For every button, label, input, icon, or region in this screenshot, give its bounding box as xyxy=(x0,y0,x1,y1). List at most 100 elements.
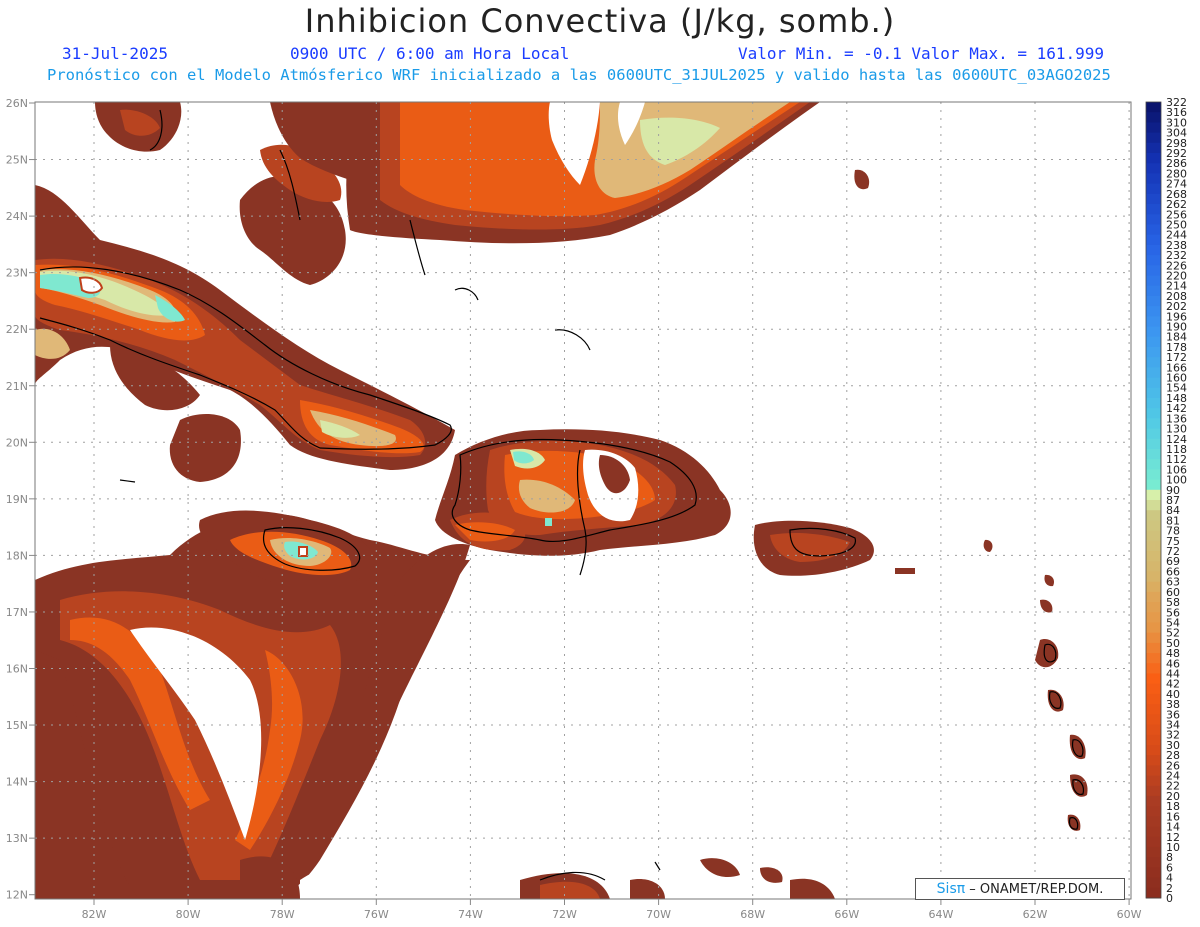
lat-label: 13N xyxy=(6,832,28,845)
colorbar-swatch xyxy=(1146,510,1161,521)
colorbar-swatch xyxy=(1146,632,1161,644)
colorbar-swatch xyxy=(1146,683,1161,695)
lon-labels: 82W 80W 78W 76W 74W 72W 70W 68W 66W 64W 62W 60W xyxy=(82,899,1142,921)
colorbar-swatch xyxy=(1146,387,1161,399)
lon-label: 64W xyxy=(928,908,953,921)
lat-label: 14N xyxy=(6,776,28,789)
colorbar-swatch xyxy=(1146,887,1161,899)
colorbar-swatch xyxy=(1146,571,1161,583)
colorbar-swatch xyxy=(1146,295,1161,307)
colorbar-swatch xyxy=(1146,540,1161,552)
colorbar-swatch xyxy=(1146,244,1161,256)
colorbar-swatch xyxy=(1146,336,1161,348)
colorbar-swatch xyxy=(1146,551,1161,562)
lon-label: 72W xyxy=(552,908,577,921)
colorbar-swatch xyxy=(1146,418,1161,430)
cin-map: 26N 25N 24N 23N 22N 21N 20N 19N 18N 17N 16N 15N 14N 1… xyxy=(6,96,1187,921)
colorbar-swatch xyxy=(1146,255,1161,266)
colorbar-swatch xyxy=(1146,265,1161,276)
colorbar-swatch xyxy=(1146,112,1161,123)
colorbar-swatch xyxy=(1146,163,1161,174)
colorbar-swatch xyxy=(1146,183,1161,195)
colorbar-swatch xyxy=(1146,357,1161,368)
colorbar-swatch xyxy=(1146,285,1161,297)
sispi-logo: Sisπ xyxy=(936,881,966,897)
colorbar-swatch xyxy=(1146,846,1161,858)
colorbar-swatch xyxy=(1146,724,1161,736)
lat-label: 12N xyxy=(6,889,28,902)
colorbar-swatch xyxy=(1146,448,1161,460)
colorbar-swatch xyxy=(1146,612,1161,623)
colorbar-swatch xyxy=(1146,765,1161,777)
colorbar-swatch xyxy=(1146,316,1161,328)
colorbar-swatch xyxy=(1146,346,1161,358)
colorbar-swatch xyxy=(1146,867,1161,879)
colorbar-swatch xyxy=(1146,224,1161,236)
lon-label: 68W xyxy=(740,908,765,921)
colorbar-swatch xyxy=(1146,591,1161,603)
colorbar-swatch xyxy=(1146,663,1161,674)
lat-label: 25N xyxy=(6,154,28,167)
colorbar-swatch xyxy=(1146,704,1161,715)
lat-labels: 26N 25N 24N 23N 22N 21N 20N 19N 18N 17N 16N 15N 14N 1… xyxy=(6,97,35,902)
lat-label: 15N xyxy=(6,719,28,732)
lat-label: 19N xyxy=(6,493,28,506)
colorbar-swatch xyxy=(1146,775,1161,787)
colorbar-swatch xyxy=(1146,469,1161,481)
colorbar-swatch xyxy=(1146,622,1161,634)
lon-label: 76W xyxy=(364,908,389,921)
colorbar-swatch xyxy=(1146,857,1161,868)
colorbar-label: 0 xyxy=(1166,892,1173,905)
colorbar-swatch xyxy=(1146,520,1161,532)
colorbar-swatch xyxy=(1146,693,1161,705)
colorbar-swatch xyxy=(1146,306,1161,317)
lat-label: 24N xyxy=(6,210,28,223)
colorbar-swatch xyxy=(1146,428,1161,440)
lat-label: 21N xyxy=(6,380,28,393)
colorbar-swatch xyxy=(1146,459,1161,470)
colorbar-swatch xyxy=(1146,642,1161,654)
lon-label: 66W xyxy=(834,908,859,921)
colorbar-swatch xyxy=(1146,122,1161,134)
lon-label: 74W xyxy=(458,908,483,921)
lon-label: 80W xyxy=(176,908,201,921)
colorbar-swatch xyxy=(1146,204,1161,215)
colorbar-swatch xyxy=(1146,744,1161,756)
colorbar-swatch xyxy=(1146,673,1161,685)
colorbar-swatch xyxy=(1146,153,1161,164)
colorbar-swatch xyxy=(1146,826,1161,838)
colorbar-swatch xyxy=(1146,132,1161,144)
credit-box: Sisπ – ONAMET/REP.DOM. xyxy=(915,878,1125,900)
colorbar-swatch xyxy=(1146,602,1161,613)
colorbar-swatch xyxy=(1146,142,1161,154)
lat-label: 23N xyxy=(6,267,28,280)
colorbar-swatch xyxy=(1146,561,1161,572)
colorbar-swatch xyxy=(1146,581,1161,593)
colorbar-swatch xyxy=(1146,714,1161,726)
colorbar-swatch xyxy=(1146,653,1161,664)
colorbar-swatch xyxy=(1146,816,1161,828)
colorbar-swatch xyxy=(1146,877,1161,889)
colorbar-swatch xyxy=(1146,173,1161,185)
colorbar-swatch xyxy=(1146,755,1161,766)
colorbar-swatch xyxy=(1146,530,1161,542)
colorbar-swatch xyxy=(1146,367,1161,379)
credit-text: – ONAMET/REP.DOM. xyxy=(965,882,1104,897)
colorbar-swatch xyxy=(1146,234,1161,246)
colorbar-swatch xyxy=(1146,326,1161,338)
colorbar-swatch xyxy=(1146,214,1161,225)
colorbar-swatch xyxy=(1146,489,1161,501)
colorbar-swatch xyxy=(1146,438,1161,450)
colorbar-swatch xyxy=(1146,836,1161,848)
colorbar-swatch xyxy=(1146,397,1161,409)
colorbar-swatch xyxy=(1146,408,1161,419)
lat-label: 18N xyxy=(6,549,28,562)
colorbar-swatch xyxy=(1146,806,1161,817)
colorbar-swatch xyxy=(1146,785,1161,797)
lat-label: 16N xyxy=(6,663,28,676)
colorbar-swatch xyxy=(1146,479,1161,491)
colorbar-swatch xyxy=(1146,377,1161,389)
lat-label: 22N xyxy=(6,323,28,336)
colorbar-swatch xyxy=(1146,734,1161,746)
lat-label: 17N xyxy=(6,606,28,619)
